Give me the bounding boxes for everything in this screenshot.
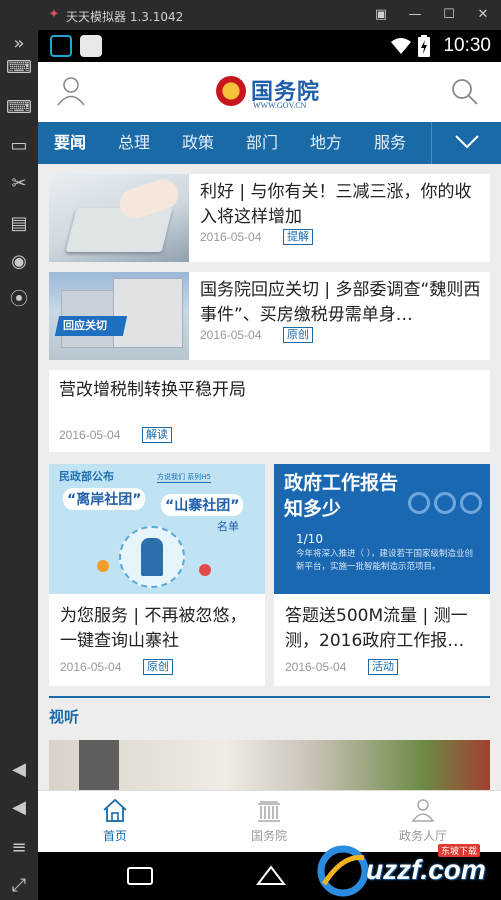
article-tag: 原创 xyxy=(283,327,313,343)
thumbnail-text: 今年将深入推进（ ），建设若干国家级制造业创新平台，实施一批智能制造示范项目。 xyxy=(296,549,473,572)
tab-premier[interactable]: 总理 xyxy=(118,122,150,164)
thumbnail-text: “山寨社团” xyxy=(161,494,244,516)
nav-home[interactable]: 首页 xyxy=(60,791,170,853)
article-date: 2016-05-04 xyxy=(200,328,262,342)
article-tag: 原创 xyxy=(143,659,173,675)
battery-icon xyxy=(418,35,430,57)
search-icon[interactable] xyxy=(449,76,479,106)
chevron-down-icon xyxy=(455,135,479,149)
thumbnail-text: 民政部公布 xyxy=(59,470,114,483)
emulator-logo-icon: ✦ xyxy=(48,7,60,22)
app-header: 国务院 WWW.GOV.CN xyxy=(38,62,501,122)
article-date: 2016-05-04 xyxy=(200,230,262,244)
clock: 10:30 xyxy=(443,35,491,56)
keyboard-icon[interactable]: ⌨ xyxy=(5,54,33,82)
section-title-video: 视听 xyxy=(49,708,80,726)
news-feed: 利好 | 与你有关！三减三涨，你的收入将这样增加 2016-05-04 提解 回… xyxy=(38,164,501,806)
menu-icon[interactable]: ≡ xyxy=(5,834,33,862)
category-tabs: 要闻 总理 政策 部门 地方 服务 xyxy=(38,122,501,164)
emulator-title-bar: ✦ 天天模拟器 1.3.1042 ▣ — ☐ ✕ xyxy=(0,0,501,30)
emulator-title: 天天模拟器 1.3.1042 xyxy=(66,10,184,24)
thumbnail-text: 政府工作报告 xyxy=(284,472,399,494)
thumbnail-text: 名单 xyxy=(217,520,239,533)
tab-services[interactable]: 服务 xyxy=(374,122,406,164)
phone-screen: 10:30 国务院 WWW.GOV.CN 要闻 总理 政策 部门 地方 服务 利… xyxy=(38,30,501,900)
list-item[interactable]: 利好 | 与你有关！三减三涨，你的收入将这样增加 2016-05-04 提解 xyxy=(49,174,490,262)
apk-install-icon[interactable]: ◉ xyxy=(5,248,33,276)
watermark-swirl-icon xyxy=(317,845,369,897)
more-tabs-button[interactable] xyxy=(431,122,501,164)
tab-news[interactable]: 要闻 xyxy=(54,122,86,164)
watermark-badge: 东坡下载 xyxy=(438,844,481,857)
building-icon xyxy=(258,801,280,822)
tab-policy[interactable]: 政策 xyxy=(182,122,214,164)
nav-home-label: 首页 xyxy=(102,829,127,843)
watermark-text: uzzf.com xyxy=(366,854,486,885)
gov-app-notification-icon xyxy=(80,35,102,57)
home-icon xyxy=(103,798,127,822)
article-tag: 提解 xyxy=(283,229,313,245)
fake-societies-thumbnail: 民政部公布 方说我们 系列H5 “离岸社团” “山寨社团” 名单 xyxy=(49,464,265,594)
calculator-thumbnail xyxy=(49,174,189,262)
article-tag: 解读 xyxy=(142,427,172,443)
article-date: 2016-05-04 xyxy=(60,660,122,674)
nav-state-council-label: 国务院 xyxy=(250,829,287,843)
nav-state-council[interactable]: 国务院 xyxy=(214,791,324,853)
status-bar: 10:30 xyxy=(38,30,501,62)
back-icon[interactable] xyxy=(126,866,154,886)
tab-departments[interactable]: 部门 xyxy=(246,122,278,164)
thumbnail-text: 知多少 xyxy=(284,498,342,520)
person-hall-icon xyxy=(411,799,435,822)
location-icon[interactable]: ⦿ xyxy=(5,286,33,314)
brand-url: WWW.GOV.CN xyxy=(253,101,307,110)
article-tag: 活动 xyxy=(368,659,398,675)
emulator-sidebar: » ⌨ ⌨ ▭ ✂ ▤ ◉ ⦿ ◀ ◀ ≡ ⤢ xyxy=(0,30,38,900)
folder-icon[interactable]: ▤ xyxy=(5,210,33,238)
tab-local[interactable]: 地方 xyxy=(310,122,342,164)
volume-up-icon[interactable]: ◀ xyxy=(5,756,33,784)
volume-down-icon[interactable]: ◀ xyxy=(5,794,33,822)
article-date: 2016-05-04 xyxy=(285,660,347,674)
article-date: 2016-05-04 xyxy=(59,428,121,442)
maximize-icon[interactable]: ☐ xyxy=(440,6,458,24)
keymap-icon[interactable]: ⌨ xyxy=(5,94,33,122)
thumbnail-text: 1/10 xyxy=(296,532,323,546)
thumbnail-text: “离岸社团” xyxy=(63,488,146,510)
list-item[interactable]: 回应关切 国务院回应关切 | 多部委调查“魏则西事件”、买房缴税毋需单身… 20… xyxy=(49,272,490,360)
watermark-logo: uzzf.com 东坡下载 xyxy=(316,840,501,900)
minimize-icon[interactable]: — xyxy=(406,6,424,24)
thumbnail-caption: 回应关切 xyxy=(63,319,107,332)
building-thumbnail: 回应关切 xyxy=(49,272,189,360)
article-title: 利好 | 与你有关！三减三涨，你的收入将这样增加 xyxy=(200,182,472,227)
gov-report-quiz-thumbnail: 政府工作报告 知多少 1/10 今年将深入推进（ ），建设若干国家级制造业创新平… xyxy=(274,464,490,594)
screenshot-icon[interactable]: ▭ xyxy=(5,132,33,160)
article-title: 为您服务 | 不再被忽悠，一键查询山寨社 xyxy=(60,606,247,651)
grid-card[interactable]: 政府工作报告 知多少 1/10 今年将深入推进（ ），建设若干国家级制造业创新平… xyxy=(274,464,490,686)
home-button-icon[interactable] xyxy=(256,864,286,886)
scissors-icon[interactable]: ✂ xyxy=(5,170,33,198)
article-title: 答题送500M流量 | 测一测，2016政府工作报… xyxy=(285,606,468,651)
section-divider xyxy=(49,696,490,698)
fullscreen-icon[interactable]: ⤢ xyxy=(5,872,33,900)
restore-icon[interactable]: ▣ xyxy=(372,6,390,24)
thumbnail-text: 方说我们 系列H5 xyxy=(157,473,211,483)
article-title: 营改增税制转换平稳开局 xyxy=(59,380,246,400)
notification-app-icon xyxy=(50,35,72,57)
national-emblem-icon xyxy=(216,76,246,106)
user-icon[interactable] xyxy=(56,76,86,106)
wifi-icon xyxy=(391,38,411,54)
grid-card[interactable]: 民政部公布 方说我们 系列H5 “离岸社团” “山寨社团” 名单 为您服务 | … xyxy=(49,464,265,686)
list-item[interactable]: 营改增税制转换平稳开局 2016-05-04 解读 xyxy=(49,370,490,452)
article-title: 国务院回应关切 | 多部委调查“魏则西事件”、买房缴税毋需单身… xyxy=(200,280,481,325)
close-icon[interactable]: ✕ xyxy=(474,6,492,24)
